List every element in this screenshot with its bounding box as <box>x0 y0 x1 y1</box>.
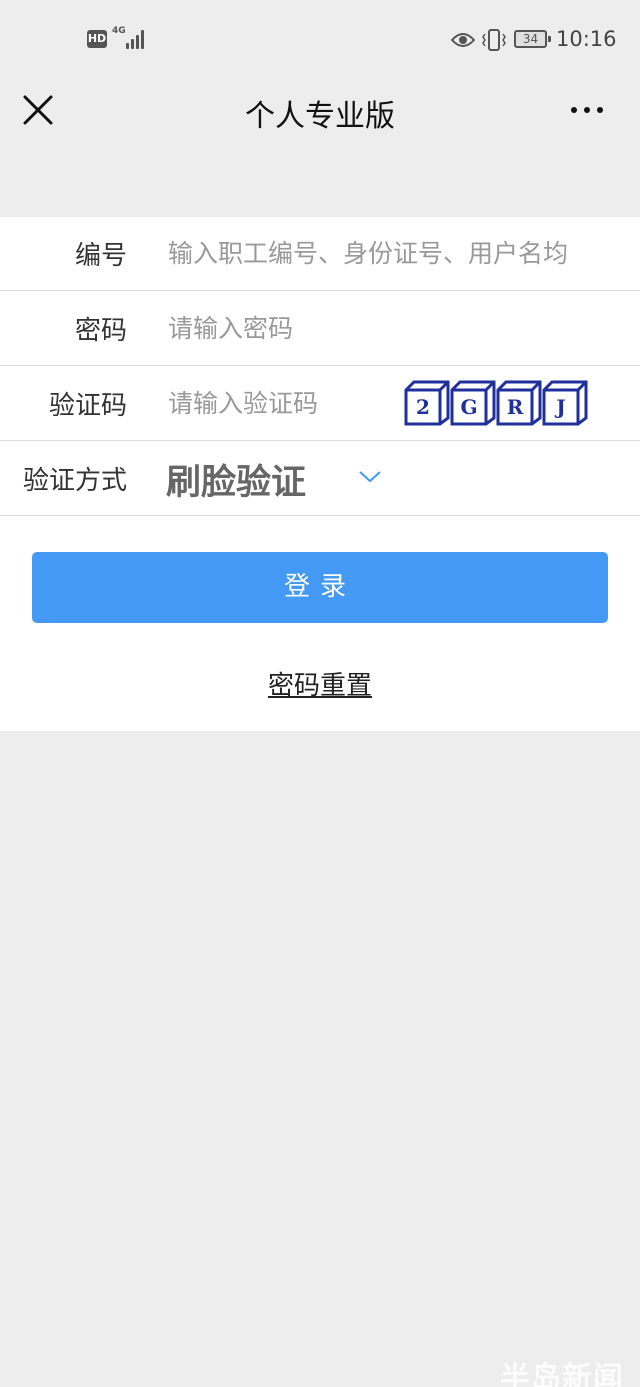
captcha-row: 验证码 请输入验证码 2 G R J <box>0 367 640 441</box>
verify-method-label: 验证方式 <box>22 466 127 496</box>
verify-method-select[interactable]: 刷脸验证 <box>166 454 306 505</box>
vibrate-icon <box>482 29 506 51</box>
id-label: 编号 <box>74 241 127 271</box>
captcha-block: G <box>450 380 496 426</box>
hd-badge: HD <box>87 30 107 48</box>
battery-icon: 34 <box>514 30 551 48</box>
id-row: 编号 输入职工编号、身份证号、用户名均 <box>0 217 640 291</box>
page-title: 个人专业版 <box>245 99 395 134</box>
eye-icon <box>451 33 475 47</box>
login-button[interactable]: 登录 <box>32 552 608 623</box>
signal-icon <box>124 29 146 49</box>
password-reset-link[interactable]: 密码重置 <box>0 665 640 702</box>
id-input[interactable]: 输入职工编号、身份证号、用户名均 <box>168 234 614 272</box>
captcha-input[interactable]: 请输入验证码 <box>168 384 388 422</box>
captcha-char: G <box>460 395 477 419</box>
captcha-block: J <box>542 380 588 426</box>
login-form: 编号 输入职工编号、身份证号、用户名均 密码 请输入密码 验证码 请输入验证码 … <box>0 217 640 731</box>
captcha-char: J <box>554 395 565 419</box>
password-label: 密码 <box>74 316 127 346</box>
watermark: 半岛新闻 <box>500 1361 624 1387</box>
captcha-block: R <box>496 380 542 426</box>
captcha-char: R <box>507 395 524 419</box>
captcha-label: 验证码 <box>48 391 127 421</box>
more-icon[interactable] <box>566 104 606 116</box>
password-input[interactable]: 请输入密码 <box>168 309 614 347</box>
password-row: 密码 请输入密码 <box>0 292 640 366</box>
page: HD 4G 34 10:16 个人专业版 编号 输入职工编号、身份证号、用户名均… <box>0 0 640 1387</box>
verify-method-row: 验证方式 刷脸验证 <box>0 442 640 516</box>
status-time: 10:16 <box>556 27 617 51</box>
chevron-down-icon[interactable] <box>358 470 382 484</box>
captcha-image[interactable]: 2 G R J <box>404 380 592 426</box>
captcha-char: 2 <box>416 395 430 419</box>
captcha-block: 2 <box>404 380 450 426</box>
nav-bar: 个人专业版 <box>0 78 640 154</box>
status-bar: HD 4G 34 10:16 <box>0 0 640 78</box>
